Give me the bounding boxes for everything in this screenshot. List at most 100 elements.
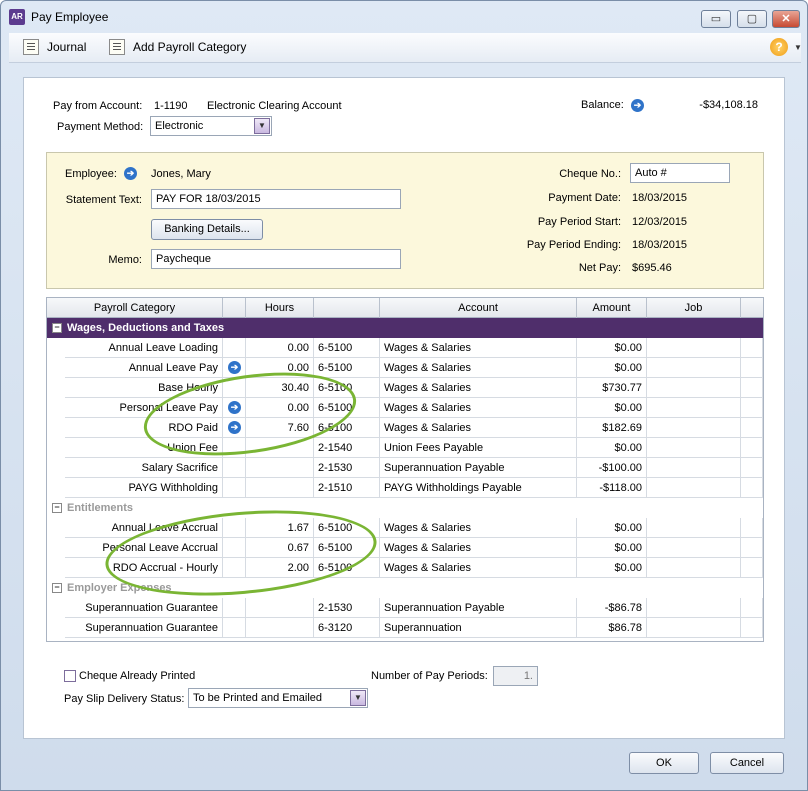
cheque-printed-checkbox[interactable] [64,670,76,682]
table-row[interactable]: Superannuation Guarantee 6-3120 Superannua… [65,618,763,638]
cell-extra[interactable] [741,598,763,618]
cell-extra[interactable] [741,538,763,558]
table-row[interactable]: Salary Sacrifice 2-1530 Superannuation Pay… [65,458,763,478]
cell-extra[interactable] [741,438,763,458]
table-row[interactable]: Annual Leave Loading 0.00 6-5100 Wages & Sa… [65,338,763,358]
detail-arrow-icon[interactable]: ➔ [228,361,241,374]
cell-account-number[interactable]: 6-5100 [314,398,380,418]
cell-account-number[interactable]: 6-3120 [314,618,380,638]
cell-job[interactable] [647,458,741,478]
cancel-button[interactable]: Cancel [710,752,784,774]
table-row[interactable]: Union Fee 2-1540 Union Fees Payable $0.00 [65,438,763,458]
cell-job[interactable] [647,418,741,438]
cell-amount[interactable]: $0.00 [577,518,647,538]
table-row[interactable]: Base Hourly 30.40 6-5100 Wages & Salaries $7… [65,378,763,398]
table-row[interactable]: PAYG Withholding 2-1510 PAYG Withholdings … [65,478,763,498]
cell-account-name[interactable]: Wages & Salaries [380,558,577,578]
cell-arrow[interactable] [223,538,246,558]
cell-account-name[interactable]: Wages & Salaries [380,418,577,438]
cell-extra[interactable] [741,338,763,358]
cell-job[interactable] [647,378,741,398]
column-header-payroll-category[interactable]: Payroll Category [47,298,223,318]
memo-input[interactable]: Paycheque [151,249,401,269]
column-header-hours[interactable]: Hours [246,298,314,318]
cell-amount[interactable]: $0.00 [577,398,647,418]
cell-extra[interactable] [741,358,763,378]
cell-account-number[interactable]: 6-5100 [314,378,380,398]
cell-account-number[interactable]: 6-5100 [314,538,380,558]
cell-account-name[interactable]: Superannuation Payable [380,458,577,478]
cell-amount[interactable]: $0.00 [577,538,647,558]
employee-detail-arrow-icon[interactable]: ➔ [124,167,137,180]
cell-hours[interactable]: 0.00 [246,338,314,358]
payment-method-select[interactable]: Electronic ▼ [150,116,272,136]
cell-arrow[interactable] [223,618,246,638]
cell-job[interactable] [647,538,741,558]
cell-job[interactable] [647,398,741,418]
cell-amount[interactable]: -$100.00 [577,458,647,478]
cell-arrow[interactable] [223,518,246,538]
cell-amount[interactable]: $0.00 [577,558,647,578]
ok-button[interactable]: OK [629,752,699,774]
cell-job[interactable] [647,438,741,458]
cell-amount[interactable]: $0.00 [577,358,647,378]
cell-hours[interactable]: 30.40 [246,378,314,398]
column-header-amount[interactable]: Amount [577,298,647,318]
cell-extra[interactable] [741,378,763,398]
cell-account-name[interactable]: Union Fees Payable [380,438,577,458]
balance-detail-arrow-icon[interactable]: ➔ [631,99,644,112]
cell-extra[interactable] [741,418,763,438]
cell-account-name[interactable]: PAYG Withholdings Payable [380,478,577,498]
cell-hours[interactable]: 7.60 [246,418,314,438]
cell-extra[interactable] [741,518,763,538]
section-header[interactable]: − Entitlements [47,498,763,518]
help-icon[interactable]: ? [770,38,788,56]
cell-account-name[interactable]: Superannuation Payable [380,598,577,618]
minimize-button[interactable]: ▭ [701,10,731,28]
cell-amount[interactable]: $0.00 [577,338,647,358]
cell-account-number[interactable]: 2-1530 [314,458,380,478]
journal-button[interactable]: Journal [23,39,86,55]
cell-account-number[interactable]: 6-5100 [314,518,380,538]
cell-job[interactable] [647,598,741,618]
cell-account-number[interactable]: 6-5100 [314,558,380,578]
close-button[interactable]: ✕ [772,10,800,28]
cell-hours[interactable] [246,438,314,458]
banking-details-button[interactable]: Banking Details... [151,219,263,240]
table-row[interactable]: Personal Leave Pay 0.00 6-5100 Wages & Sala… [65,398,763,418]
cell-arrow[interactable] [223,598,246,618]
cell-job[interactable] [647,358,741,378]
cell-job[interactable] [647,478,741,498]
cell-extra[interactable] [741,458,763,478]
pay-periods-input[interactable]: 1. [493,666,538,686]
cell-account-number[interactable]: 6-5100 [314,418,380,438]
cheque-no-input[interactable]: Auto # [630,163,730,183]
cell-account-number[interactable]: 2-1510 [314,478,380,498]
cell-hours[interactable] [246,478,314,498]
cell-account-number[interactable]: 2-1530 [314,598,380,618]
cell-hours[interactable] [246,598,314,618]
table-row[interactable]: Annual Leave Pay 0.00 6-5100 Wages & Salari… [65,358,763,378]
cell-hours[interactable]: 0.00 [246,358,314,378]
cell-extra[interactable] [741,558,763,578]
cell-arrow[interactable] [223,478,246,498]
collapse-toggle-icon[interactable]: − [52,323,62,333]
collapse-toggle-icon[interactable]: − [52,583,62,593]
cell-account-name[interactable]: Wages & Salaries [380,518,577,538]
cell-arrow[interactable] [223,458,246,478]
cell-hours[interactable]: 0.67 [246,538,314,558]
cell-job[interactable] [647,618,741,638]
cell-hours[interactable]: 2.00 [246,558,314,578]
cell-amount[interactable]: $182.69 [577,418,647,438]
cell-hours[interactable] [246,618,314,638]
cell-job[interactable] [647,518,741,538]
cell-amount[interactable]: $730.77 [577,378,647,398]
cell-job[interactable] [647,338,741,358]
table-row[interactable]: Annual Leave Accrual 1.67 6-5100 Wages & Sa… [65,518,763,538]
cell-arrow[interactable] [223,378,246,398]
cell-account-name[interactable]: Wages & Salaries [380,398,577,418]
cell-amount[interactable]: -$86.78 [577,598,647,618]
cell-amount[interactable]: -$118.00 [577,478,647,498]
cell-amount[interactable]: $86.78 [577,618,647,638]
cell-extra[interactable] [741,398,763,418]
